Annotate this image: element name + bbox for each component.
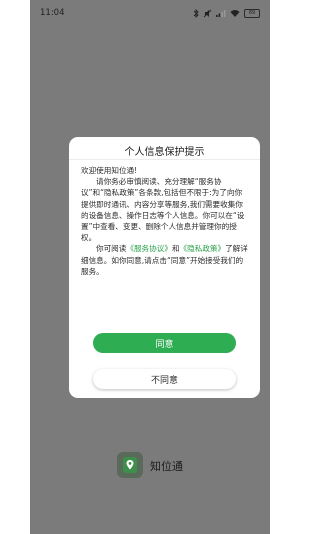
privacy-dialog: 个人信息保护提示 欢迎使用知位通! 请你务必审慎阅读、充分理解“服务协议”和“隐… <box>69 137 260 398</box>
dialog-paragraph-2: 你可阅读《服务协议》和《隐私政策》了解详细信息。如你同意,请点击“同意”开始接受… <box>81 243 248 277</box>
mute-icon <box>203 9 212 17</box>
battery-level: 89 <box>248 9 256 16</box>
status-bar: 11:04 89 <box>30 0 270 26</box>
status-time: 11:04 <box>40 8 65 18</box>
wifi-icon <box>230 10 240 17</box>
service-agreement-link[interactable]: 《服务协议》 <box>126 244 172 253</box>
battery-icon: 89 <box>244 8 260 18</box>
signal-icon <box>216 10 226 17</box>
paragraph-2-intro: 你可阅读 <box>96 244 127 254</box>
agree-button[interactable]: 同意 <box>93 333 236 353</box>
privacy-policy-link[interactable]: 《隐私政策》 <box>180 244 226 253</box>
dialog-body: 欢迎使用知位通! 请你务必审慎阅读、充分理解“服务协议”和“隐私政策”各条款,包… <box>81 165 248 277</box>
paragraph-2-and: 和 <box>171 244 180 254</box>
app-name: 知位通 <box>150 460 183 473</box>
location-pin-icon <box>123 457 137 473</box>
bluetooth-icon <box>193 8 199 18</box>
dialog-divider <box>69 159 260 160</box>
status-icons: 89 <box>193 8 260 18</box>
app-logo <box>117 452 143 478</box>
dialog-greeting: 欢迎使用知位通! <box>81 166 138 175</box>
phone-screen: 11:04 89 知位通 个人信息保护提示 欢迎使用知位通! 请你务必审慎阅读、… <box>30 0 270 534</box>
disagree-button[interactable]: 不同意 <box>93 369 236 389</box>
dialog-paragraph-1: 请你务必审慎阅读、充分理解“服务协议”和“隐私政策”各条款,包括但不限于:为了向… <box>81 177 245 243</box>
dialog-title: 个人信息保护提示 <box>124 147 205 158</box>
